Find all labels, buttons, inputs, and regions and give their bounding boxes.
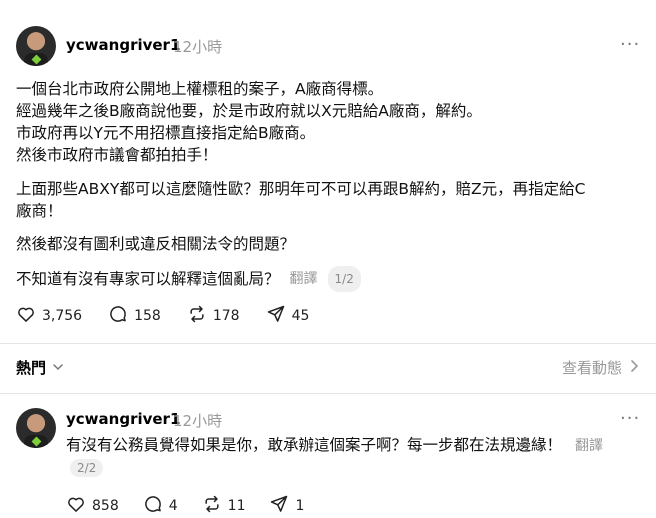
post-paragraph-4: 不知道有沒有專家可以解釋這個亂局？ 翻譯 1/2: [16, 266, 361, 292]
divider: [0, 393, 656, 394]
page-indicator: 2/2: [70, 459, 104, 477]
share-icon: [269, 494, 289, 518]
more-icon[interactable]: ···: [620, 34, 640, 55]
comment-count: 4: [168, 498, 178, 514]
avatar[interactable]: [16, 26, 56, 66]
like-count: 3,756: [42, 308, 83, 324]
chevron-down-icon: [52, 359, 64, 377]
sort-dropdown[interactable]: 熱門: [16, 357, 64, 378]
post-line: 廠商！: [16, 202, 63, 220]
repost-count: 178: [212, 308, 240, 324]
post-actions: 3,756 158 178 45: [16, 304, 309, 328]
share-count: 1: [295, 498, 305, 514]
like-button[interactable]: 858: [66, 494, 119, 518]
comment-icon: [143, 494, 163, 518]
reply-actions: 858 4 11 1: [66, 494, 304, 518]
post-line: 一個台北市政府公開地上權標租的案子，A廠商得標。: [16, 80, 384, 98]
chevron-right-icon: [628, 359, 640, 377]
share-icon: [266, 304, 286, 328]
post-username[interactable]: ycwangriver1: [66, 36, 180, 54]
view-activity-link[interactable]: 查看動態: [562, 357, 640, 378]
activity-label: 查看動態: [561, 359, 622, 377]
share-button[interactable]: 45: [266, 304, 310, 328]
more-icon[interactable]: ···: [620, 408, 640, 429]
translate-link[interactable]: 翻譯: [290, 268, 318, 290]
repost-icon: [202, 494, 222, 518]
reply-timestamp: 12小時: [173, 412, 223, 430]
post-line: 然後市政府市議會都拍拍手！: [16, 146, 218, 164]
comment-button[interactable]: 4: [143, 494, 178, 518]
repost-button[interactable]: 11: [202, 494, 246, 518]
heart-icon: [16, 304, 36, 328]
divider: [0, 343, 656, 344]
comment-button[interactable]: 158: [108, 304, 161, 328]
reply-username[interactable]: ycwangriver1: [66, 410, 180, 428]
reply-text: 有沒有公務員覺得如果是你，敢承辦這個案子啊？每一步都在法規邊緣！ 翻譯: [66, 434, 646, 457]
translate-link[interactable]: 翻譯: [575, 438, 603, 454]
post-timestamp: 12小時: [173, 38, 223, 56]
post-paragraph-2: 上面那些ABXY都可以這麼隨性歐？那明年可不可以再跟B解約，賠Z元，再指定給C …: [16, 178, 585, 222]
repost-button[interactable]: 178: [187, 304, 240, 328]
like-button[interactable]: 3,756: [16, 304, 82, 328]
like-count: 858: [92, 498, 119, 514]
post-paragraph-3: 然後都沒有圖利或違反相關法令的問題？: [16, 235, 296, 253]
page-indicator: 1/2: [327, 266, 361, 292]
share-count: 45: [291, 308, 310, 324]
repost-count: 11: [227, 498, 246, 514]
post-paragraph-1: 一個台北市政府公開地上權標租的案子，A廠商得標。 經過幾年之後B廠商說他要，於是…: [16, 78, 482, 166]
reply-line: 有沒有公務員覺得如果是你，敢承辦這個案子啊？每一步都在法規邊緣！: [66, 436, 563, 454]
reply-avatar[interactable]: [16, 408, 56, 448]
heart-icon: [66, 494, 86, 518]
post-line: 經過幾年之後B廠商說他要，於是市政府就以X元賠給A廠商，解約。: [16, 102, 482, 120]
comment-count: 158: [134, 308, 161, 324]
share-button[interactable]: 1: [269, 494, 304, 518]
sort-label: 熱門: [16, 359, 47, 377]
repost-icon: [187, 304, 207, 328]
post-line: 市政府再以Y元不用招標直接指定給B廠商。: [16, 124, 316, 142]
post-line: 上面那些ABXY都可以這麼隨性歐？那明年可不可以再跟B解約，賠Z元，再指定給C: [16, 180, 586, 198]
post-line: 不知道有沒有專家可以解釋這個亂局？: [16, 270, 280, 288]
comment-icon: [108, 304, 128, 328]
